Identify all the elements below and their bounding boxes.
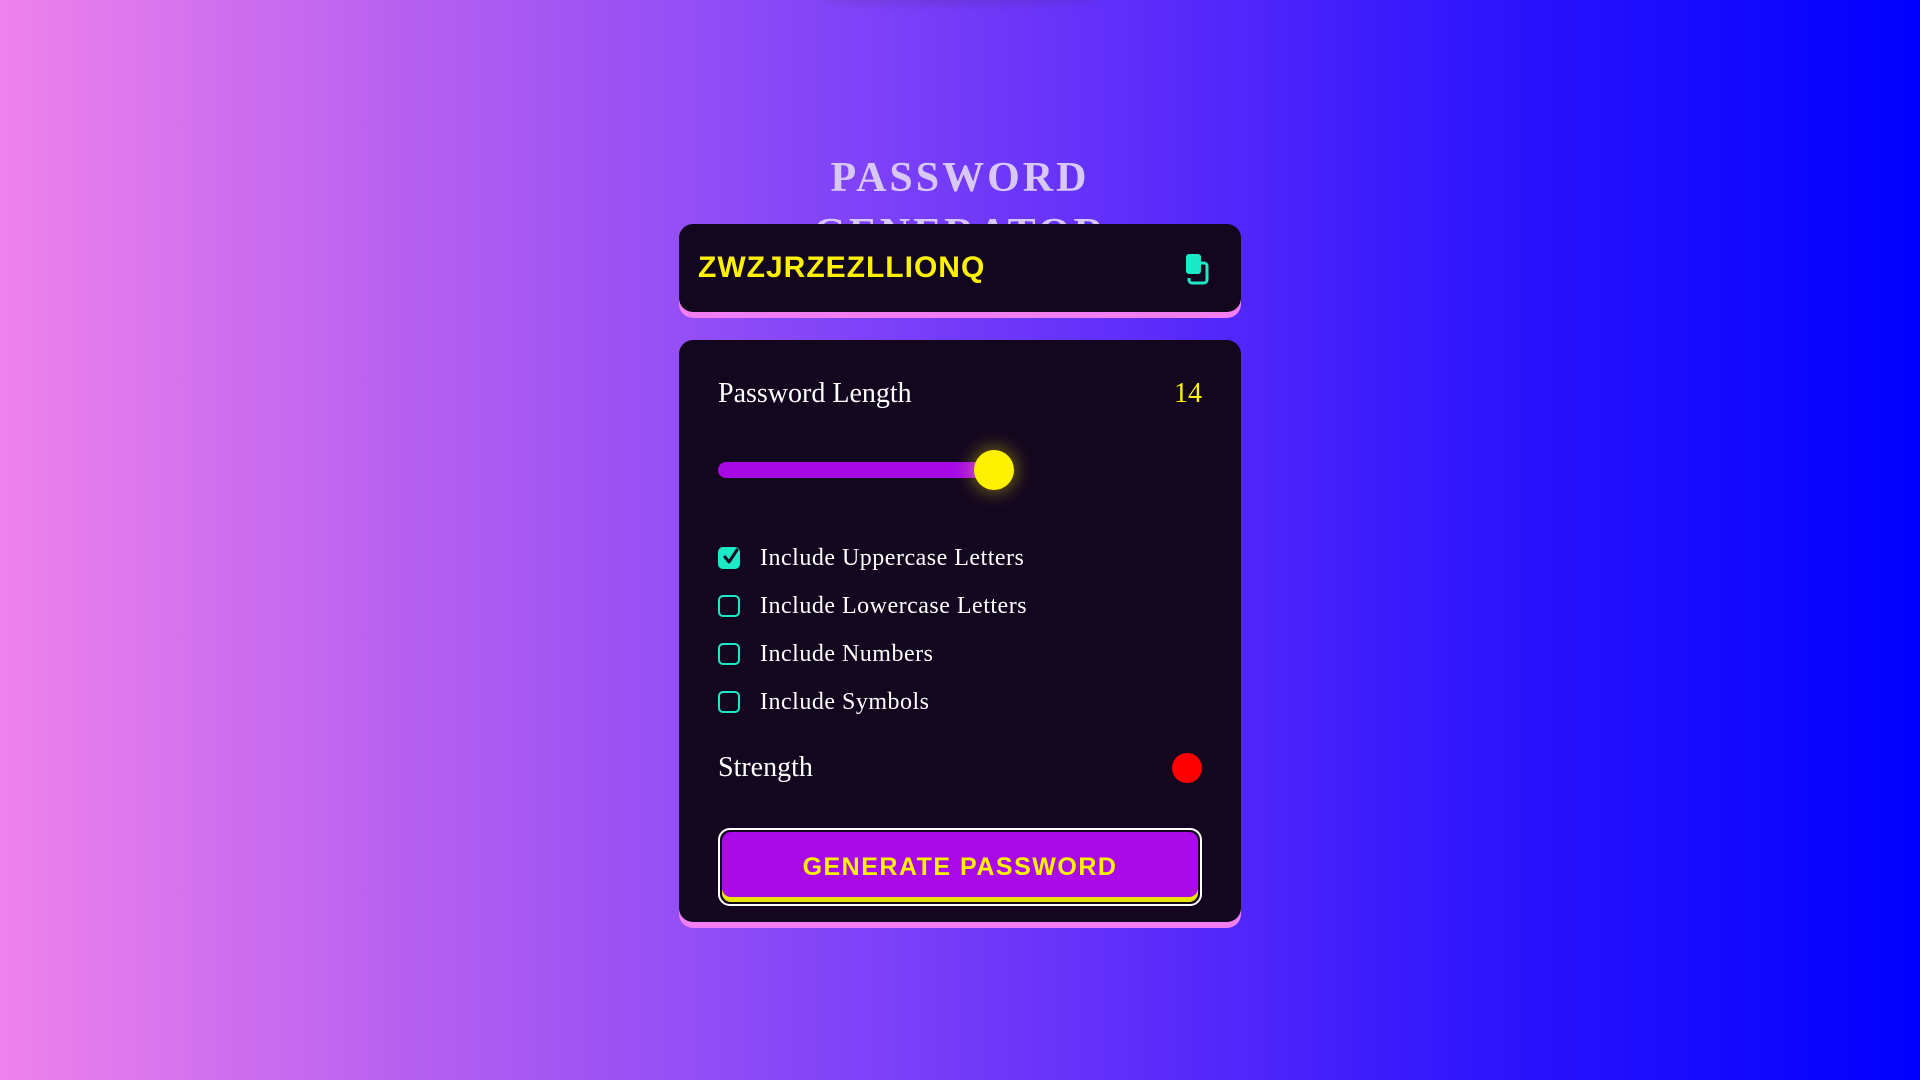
option-label: Include Symbols: [760, 688, 930, 715]
password-display: ZWZJRZEZLLIONQ: [679, 224, 1241, 312]
generate-password-button[interactable]: GENERATE PASSWORD: [718, 828, 1202, 906]
checkmark-icon: [723, 548, 739, 564]
uppercase-checkbox[interactable]: [718, 547, 740, 569]
option-label: Include Numbers: [760, 640, 934, 667]
generate-button-label: GENERATE PASSWORD: [722, 832, 1198, 902]
slider-thumb[interactable]: [973, 450, 1014, 490]
copy-icon[interactable]: [1183, 252, 1213, 286]
password-output[interactable]: ZWZJRZEZLLIONQ: [698, 224, 985, 312]
top-decoration: [820, 0, 1100, 4]
option-symbols[interactable]: Include Symbols: [718, 678, 1202, 726]
numbers-checkbox[interactable]: [718, 643, 740, 665]
option-lowercase[interactable]: Include Lowercase Letters: [718, 582, 1202, 630]
lowercase-checkbox[interactable]: [718, 595, 740, 617]
option-uppercase[interactable]: Include Uppercase Letters: [718, 534, 1202, 582]
options-list: Include Uppercase Letters Include Lowerc…: [718, 534, 1202, 726]
password-generator-app: PASSWORD GENERATOR ZWZJRZEZLLIONQ Passwo…: [679, 150, 1241, 922]
length-slider[interactable]: [718, 448, 1202, 490]
password-length-label: Password Length: [718, 378, 912, 409]
option-label: Include Uppercase Letters: [760, 544, 1025, 571]
option-numbers[interactable]: Include Numbers: [718, 630, 1202, 678]
strength-row: Strength: [718, 746, 1202, 790]
settings-panel: Password Length 14 Include Uppercase Let…: [679, 340, 1241, 922]
slider-fill: [718, 462, 994, 478]
page-title: PASSWORD GENERATOR: [813, 155, 1104, 257]
strength-indicator: [1172, 753, 1202, 783]
length-row: Password Length 14: [718, 378, 1202, 410]
strength-label: Strength: [718, 752, 813, 783]
option-label: Include Lowercase Letters: [760, 592, 1028, 619]
symbols-checkbox[interactable]: [718, 691, 740, 713]
password-length-value: 14: [1174, 378, 1202, 409]
